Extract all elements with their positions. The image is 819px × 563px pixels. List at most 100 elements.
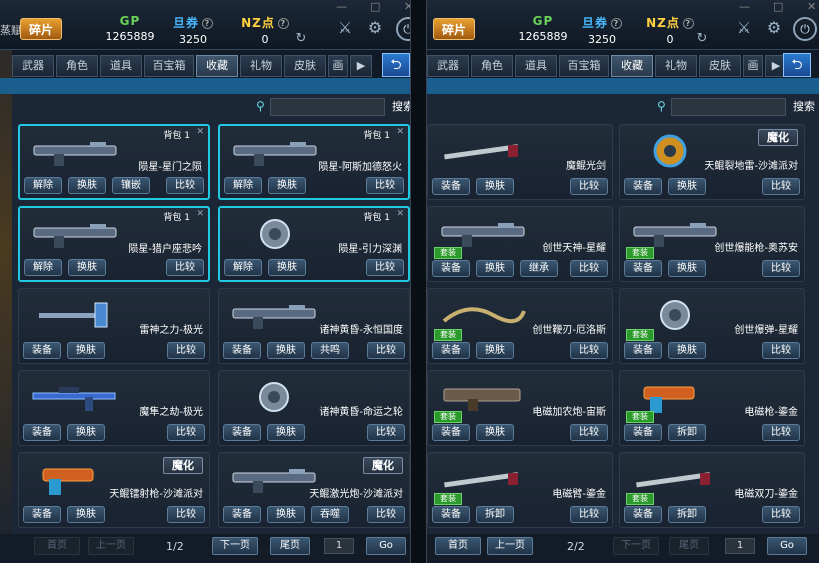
search-button[interactable]: 搜索 — [787, 98, 819, 116]
action-button[interactable]: 装备 — [23, 506, 61, 523]
compare-button[interactable]: 比较 — [762, 178, 800, 195]
action-button[interactable]: 换肤 — [668, 342, 706, 359]
compare-button[interactable]: 比较 — [762, 260, 800, 277]
action-button[interactable]: 换肤 — [267, 424, 305, 441]
item-card[interactable]: 诸神黄昏-永恒国度 装备 换肤 共鸣 比较 — [218, 288, 410, 364]
action-button[interactable]: 装备 — [432, 260, 470, 277]
go-button[interactable]: Go — [366, 537, 406, 555]
action-button[interactable]: 装备 — [23, 342, 61, 359]
item-card[interactable]: 魔化 天鲲激光炮-沙滩派对 装备 换肤 吞噬 比较 — [218, 452, 410, 528]
compare-button[interactable]: 比较 — [366, 259, 404, 276]
action-button[interactable]: 装备 — [624, 424, 662, 441]
tab-more-icon[interactable]: ▶ — [350, 55, 372, 77]
tab-3[interactable]: 百宝箱 — [144, 55, 194, 77]
item-card[interactable]: 套装 创世鞭刃-厄洛斯 装备 换肤 比较 — [427, 288, 613, 364]
tab-6[interactable]: 皮肤 — [699, 55, 741, 77]
page-number-input[interactable]: 1 — [324, 538, 354, 554]
compare-button[interactable]: 比较 — [367, 424, 405, 441]
close-icon[interactable]: ✕ — [196, 127, 204, 137]
power-icon[interactable]: ⏻ — [396, 17, 410, 41]
tab-1[interactable]: 角色 — [56, 55, 98, 77]
tab-6[interactable]: 皮肤 — [284, 55, 326, 77]
compare-button[interactable]: 比较 — [167, 342, 205, 359]
weapon-swap-icon[interactable]: ⚔ — [334, 17, 356, 39]
item-card[interactable]: 背包 1 ✕ 陨星-猎户座悲吟 解除 换肤 比较 — [18, 206, 210, 282]
close-icon[interactable]: ✕ — [396, 209, 404, 219]
first-page-button[interactable]: 首页 — [435, 537, 481, 555]
item-card[interactable]: 背包 1 ✕ 陨星-星门之陨 解除 换肤 镶嵌 比较 — [18, 124, 210, 200]
next-page-button[interactable]: 下一页 — [613, 537, 659, 555]
action-button[interactable]: 解除 — [224, 259, 262, 276]
item-card[interactable]: 雷神之力-极光 装备 换肤 比较 — [18, 288, 210, 364]
compare-button[interactable]: 比较 — [570, 342, 608, 359]
help-icon[interactable]: ? — [202, 18, 213, 29]
compare-button[interactable]: 比较 — [167, 506, 205, 523]
close-icon[interactable]: ✕ — [396, 127, 404, 137]
fragments-tab[interactable]: 碎片 — [20, 18, 62, 40]
maximize-icon[interactable]: □ — [370, 0, 380, 13]
tab-0[interactable]: 武器 — [12, 55, 54, 77]
compare-button[interactable]: 比较 — [570, 424, 608, 441]
action-button[interactable]: 换肤 — [476, 342, 514, 359]
compare-button[interactable]: 比较 — [762, 506, 800, 523]
compare-button[interactable]: 比较 — [570, 260, 608, 277]
help-icon[interactable]: ? — [277, 18, 289, 29]
tab-2[interactable]: 道具 — [515, 55, 557, 77]
next-page-button[interactable]: 下一页 — [212, 537, 258, 555]
action-button[interactable]: 装备 — [624, 506, 662, 523]
compare-button[interactable]: 比较 — [570, 178, 608, 195]
item-card[interactable]: 套装 创世天神-星耀 装备 换肤 继承 比较 — [427, 206, 613, 282]
action-button[interactable]: 换肤 — [268, 177, 306, 194]
item-card[interactable]: 套装 电磁加农炮-宙斯 装备 换肤 比较 — [427, 370, 613, 446]
item-card[interactable]: 套装 电磁双刀-鎏金 装备 拆卸 比较 — [619, 452, 805, 528]
action-button[interactable]: 换肤 — [476, 260, 514, 277]
tab-5[interactable]: 礼物 — [655, 55, 697, 77]
compare-button[interactable]: 比较 — [367, 506, 405, 523]
tab-7[interactable]: 画 — [743, 55, 763, 77]
tab-4[interactable]: 收藏 — [611, 55, 653, 77]
power-icon[interactable]: ⏻ — [793, 17, 817, 41]
action-button[interactable]: 换肤 — [67, 506, 105, 523]
gear-icon[interactable]: ⚙ — [763, 17, 785, 39]
action-button[interactable]: 装备 — [624, 178, 662, 195]
action-button[interactable]: 换肤 — [68, 177, 106, 194]
fragments-tab[interactable]: 碎片 — [433, 18, 475, 40]
item-card[interactable]: 套装 电磁枪-鎏金 装备 拆卸 比较 — [619, 370, 805, 446]
compare-button[interactable]: 比较 — [762, 424, 800, 441]
item-card[interactable]: 魔化 天鲲裂地雷-沙滩派对 装备 换肤 比较 — [619, 124, 805, 200]
item-card[interactable]: 套装 创世爆弹-星耀 装备 换肤 比较 — [619, 288, 805, 364]
action-button[interactable]: 装备 — [223, 342, 261, 359]
last-page-button[interactable]: 尾页 — [270, 537, 310, 555]
compare-button[interactable]: 比较 — [570, 506, 608, 523]
prev-page-button[interactable]: 上一页 — [487, 537, 533, 555]
compare-button[interactable]: 比较 — [762, 342, 800, 359]
item-card[interactable]: 背包 1 ✕ 陨星-阿斯加德怒火 解除 换肤 比较 — [218, 124, 410, 200]
action-button[interactable]: 装备 — [432, 424, 470, 441]
action-button[interactable]: 解除 — [24, 177, 62, 194]
minimize-icon[interactable]: — — [336, 0, 347, 13]
action-button[interactable]: 继承 — [520, 260, 558, 277]
compare-button[interactable]: 比较 — [166, 259, 204, 276]
maximize-icon[interactable]: □ — [773, 0, 783, 13]
tab-0[interactable]: 武器 — [427, 55, 469, 77]
action-button[interactable]: 装备 — [432, 342, 470, 359]
item-card[interactable]: 诸神黄昏-命运之轮 装备 换肤 比较 — [218, 370, 410, 446]
tab-1[interactable]: 角色 — [471, 55, 513, 77]
action-button[interactable]: 装备 — [223, 506, 261, 523]
compare-button[interactable]: 比较 — [166, 177, 204, 194]
tab-4[interactable]: 收藏 — [196, 55, 238, 77]
back-button[interactable]: ⮌ — [783, 53, 811, 77]
action-button[interactable]: 解除 — [224, 177, 262, 194]
action-button[interactable]: 拆卸 — [476, 506, 514, 523]
action-button[interactable]: 换肤 — [268, 259, 306, 276]
gear-icon[interactable]: ⚙ — [364, 17, 386, 39]
item-card[interactable]: 背包 1 ✕ 陨星-引力深渊 解除 换肤 比较 — [218, 206, 410, 282]
action-button[interactable]: 装备 — [624, 342, 662, 359]
search-button[interactable]: 搜索 — [386, 98, 410, 116]
item-card[interactable]: 魔鲲光剑 装备 换肤 比较 — [427, 124, 613, 200]
close-icon[interactable]: ✕ — [807, 0, 816, 13]
first-page-button[interactable]: 首页 — [34, 537, 80, 555]
action-button[interactable]: 装备 — [432, 506, 470, 523]
action-button[interactable]: 换肤 — [67, 342, 105, 359]
action-button[interactable]: 换肤 — [67, 424, 105, 441]
